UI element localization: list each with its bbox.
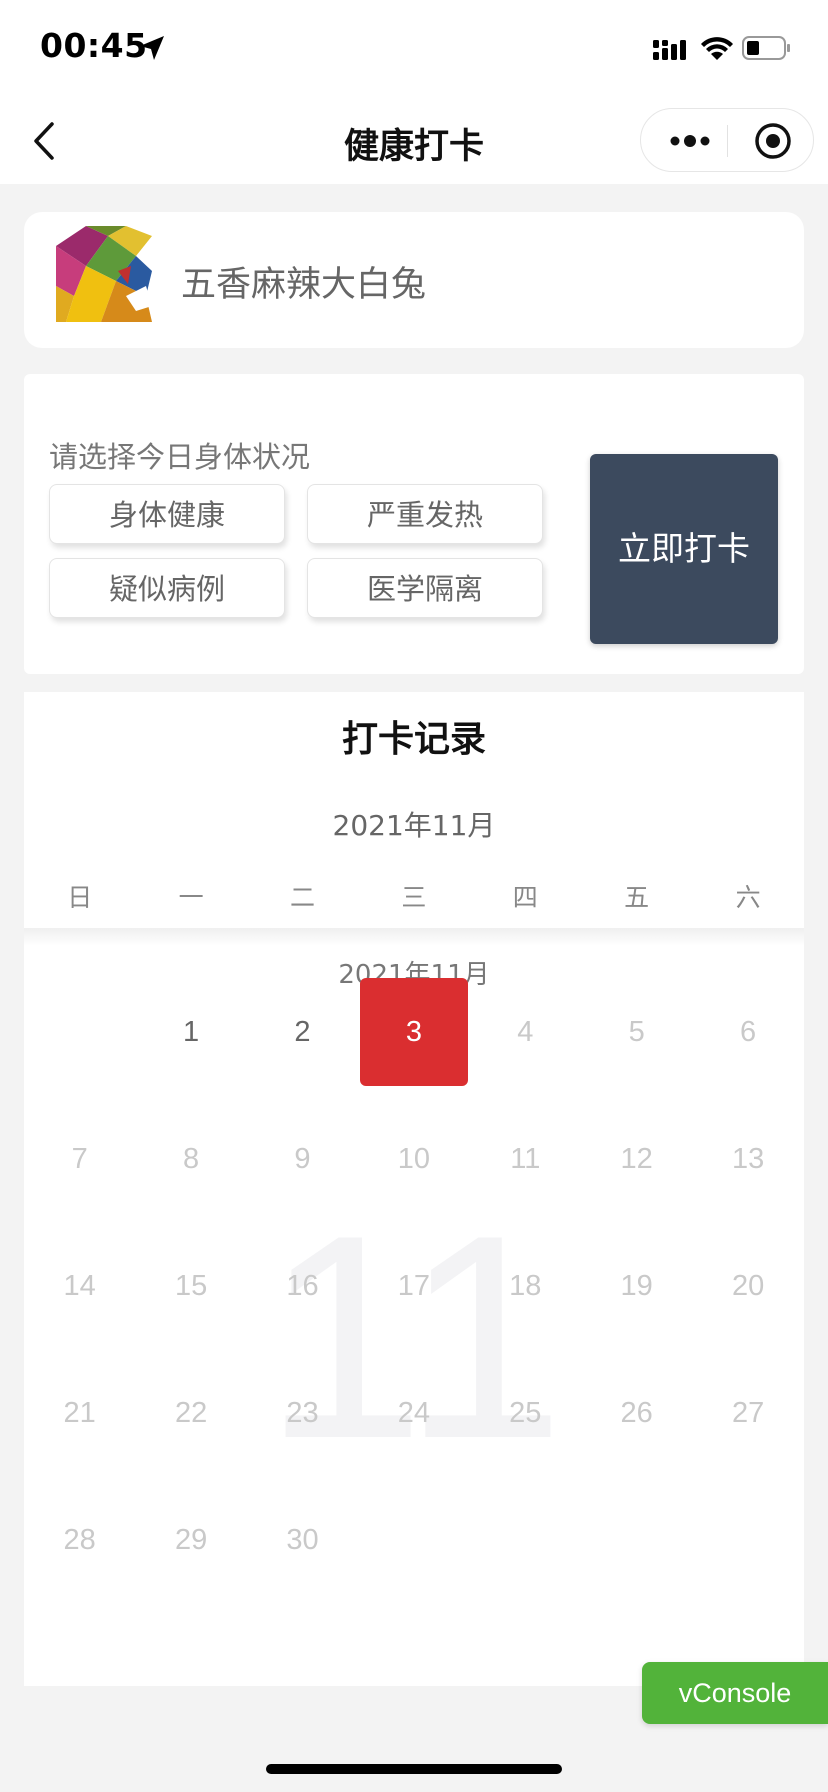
checkin-records-card: 打卡记录 2021年11月 日一二三四五六 2021年11月 11 123456… <box>24 692 804 1686</box>
weekday-label: 日 <box>67 883 93 912</box>
weekday-label: 二 <box>289 883 315 912</box>
more-dots-icon[interactable] <box>667 127 713 155</box>
calendar-day[interactable]: 17 <box>360 1232 468 1340</box>
option-healthy[interactable]: 身体健康 <box>49 484 285 544</box>
option-high-fever[interactable]: 严重发热 <box>307 484 543 544</box>
wifi-icon <box>701 37 733 60</box>
profile-name: 五香麻辣大白兔 <box>181 265 427 305</box>
calendar-day[interactable]: 4 <box>471 978 579 1086</box>
calendar-day[interactable]: 16 <box>249 1232 357 1340</box>
status-prompt: 请选择今日身体状况 <box>49 440 311 474</box>
calendar-day[interactable]: 9 <box>249 1105 357 1213</box>
calendar-day[interactable]: 11 <box>471 1105 579 1213</box>
calendar-day[interactable]: 22 <box>137 1359 245 1467</box>
calendar-day[interactable]: 20 <box>694 1232 802 1340</box>
weekday-label: 三 <box>401 883 427 912</box>
calendar-day[interactable]: 1 <box>137 978 245 1086</box>
calendar-day[interactable]: 19 <box>583 1232 691 1340</box>
calendar-day-today[interactable]: 3 <box>359 978 468 1086</box>
close-miniprogram-icon[interactable] <box>753 121 793 161</box>
checkin-button[interactable]: 立即打卡 <box>590 454 778 644</box>
status-bar: 00:45 <box>0 0 828 100</box>
weekday-row: 日一二三四五六 <box>24 878 804 918</box>
calendar-day[interactable]: 8 <box>137 1105 245 1213</box>
calendar-divider <box>24 928 804 946</box>
health-status-card: 请选择今日身体状况 身体健康 严重发热 疑似病例 医学隔离 立即打卡 <box>24 374 804 674</box>
calendar-day[interactable]: 13 <box>694 1105 802 1213</box>
nav-bar: 健康打卡 <box>0 100 828 184</box>
calendar-month-header: 2021年11月 <box>332 809 496 842</box>
records-title: 打卡记录 <box>341 719 486 760</box>
calendar-day[interactable]: 27 <box>694 1359 802 1467</box>
calendar-day[interactable]: 28 <box>26 1486 134 1594</box>
calendar-day[interactable]: 30 <box>249 1486 357 1594</box>
weekday-label: 四 <box>512 883 538 912</box>
weekday-label: 五 <box>624 883 650 912</box>
calendar-day[interactable]: 12 <box>583 1105 691 1213</box>
status-time: 00:45 <box>40 26 148 65</box>
calendar-day[interactable]: 26 <box>583 1359 691 1467</box>
calendar-day[interactable]: 23 <box>249 1359 357 1467</box>
home-indicator <box>266 1764 562 1774</box>
calendar-day[interactable]: 5 <box>583 978 691 1086</box>
vconsole-button[interactable]: vConsole <box>642 1662 828 1724</box>
calendar-day[interactable]: 2 <box>249 978 357 1086</box>
location-arrow-icon <box>140 36 164 60</box>
cellular-signal-icon <box>653 40 686 60</box>
profile-card: 五香麻辣大白兔 <box>24 212 804 348</box>
calendar-day[interactable]: 25 <box>471 1359 579 1467</box>
calendar-day[interactable]: 10 <box>360 1105 468 1213</box>
calendar-day[interactable]: 21 <box>26 1359 134 1467</box>
calendar-day[interactable]: 18 <box>471 1232 579 1340</box>
weekday-label: 一 <box>178 883 204 912</box>
miniprogram-capsule <box>640 108 814 172</box>
battery-icon <box>742 36 790 60</box>
calendar-day[interactable]: 15 <box>137 1232 245 1340</box>
weekday-label: 六 <box>735 883 761 912</box>
calendar-day[interactable]: 7 <box>26 1105 134 1213</box>
avatar <box>56 226 152 322</box>
calendar-day[interactable]: 24 <box>360 1359 468 1467</box>
capsule-divider <box>727 125 728 157</box>
option-medical-isolation[interactable]: 医学隔离 <box>307 558 543 618</box>
calendar-day[interactable]: 6 <box>694 978 802 1086</box>
calendar-day[interactable]: 29 <box>137 1486 245 1594</box>
option-suspected-case[interactable]: 疑似病例 <box>49 558 285 618</box>
calendar-day[interactable]: 14 <box>26 1232 134 1340</box>
